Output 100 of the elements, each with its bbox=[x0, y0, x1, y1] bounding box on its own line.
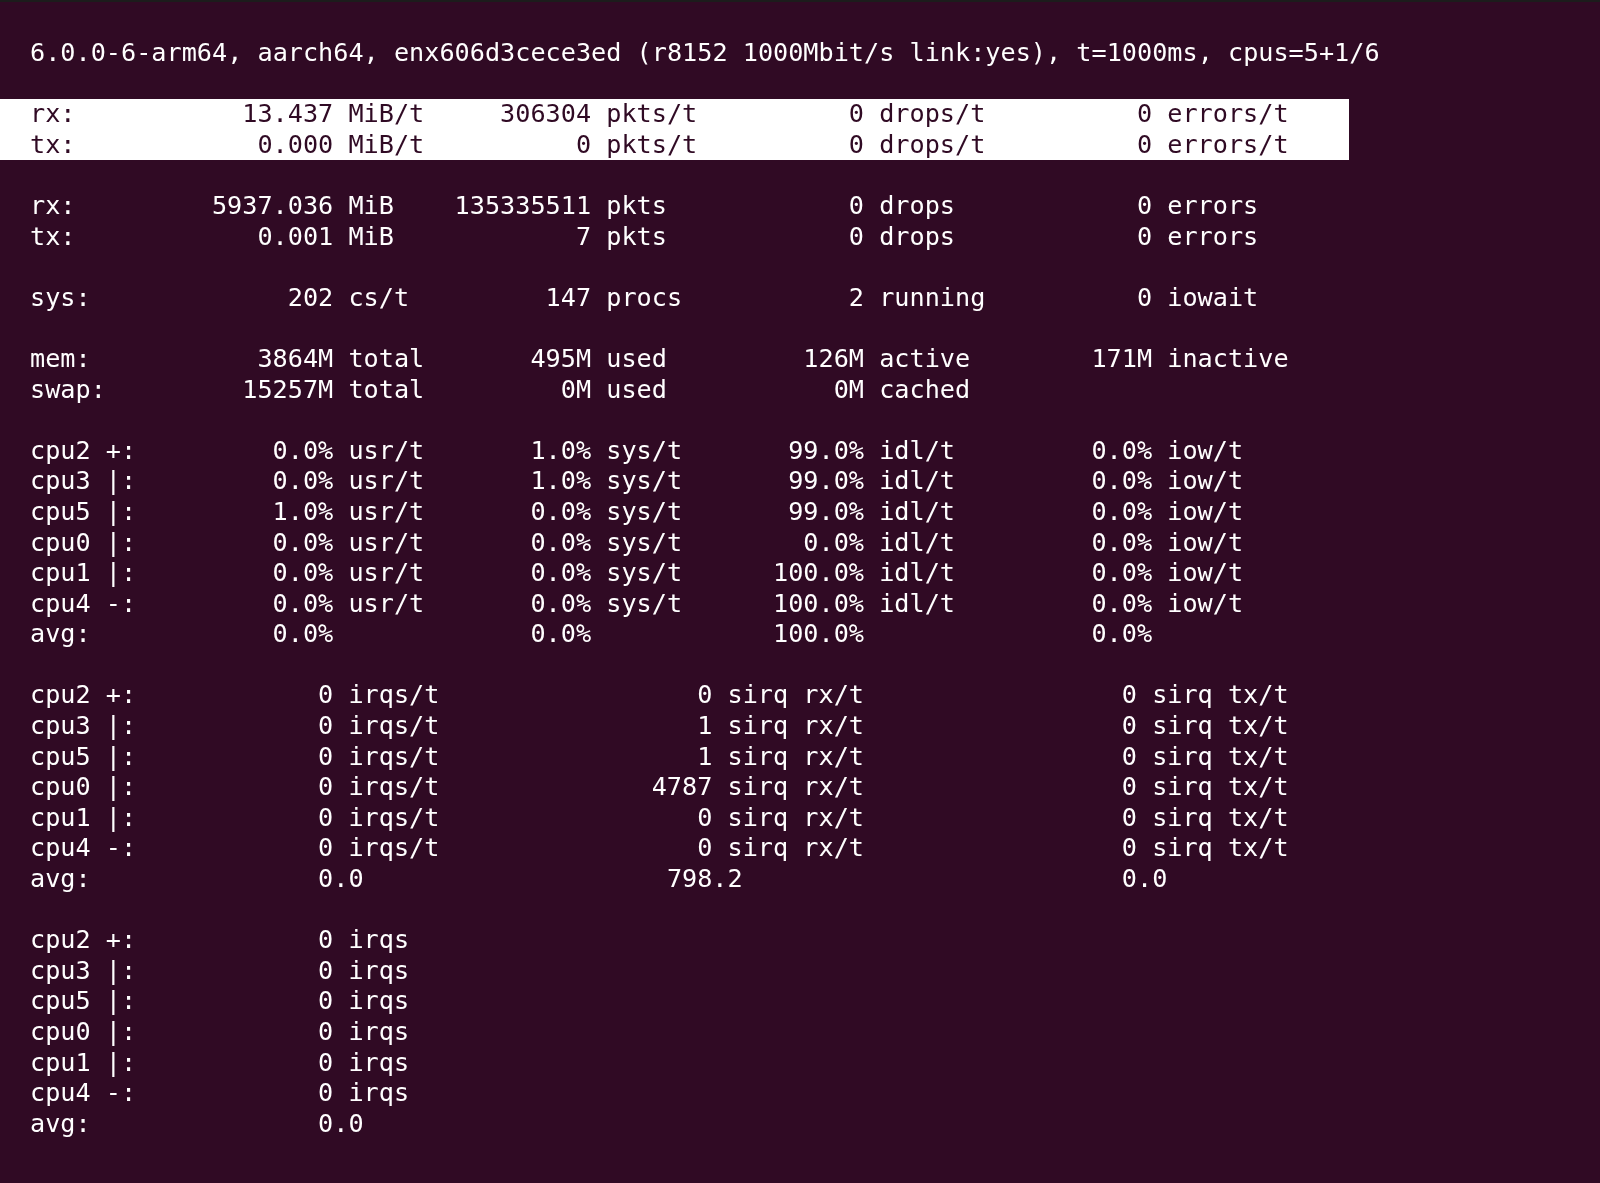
row-label: cpu4 -: bbox=[30, 1078, 137, 1109]
row-label: sys: bbox=[30, 282, 91, 314]
stat-unit: irqs bbox=[348, 1047, 410, 1079]
status-line: 6.0.0-6-arm64, aarch64, enx606d3cece3ed (r8152 1000Mbit/s link:yes), t=1000ms, cpus=5+1/6 bbox=[29, 38, 1381, 69]
stat-value: 0.0% bbox=[530, 496, 592, 528]
stat-unit: drops bbox=[879, 221, 955, 253]
stat-value: 0 bbox=[318, 772, 334, 803]
stat-unit: irqs/t bbox=[348, 833, 440, 865]
stat-value: 0.0% bbox=[530, 619, 592, 650]
stat-value: 0 bbox=[697, 802, 713, 834]
stat-value: 0 bbox=[318, 1078, 334, 1109]
stat-value: 1 bbox=[697, 741, 713, 773]
stat-value: 4787 bbox=[651, 772, 713, 803]
stat-unit: sirq tx/t bbox=[1152, 802, 1289, 834]
stat-unit: drops/t bbox=[879, 99, 986, 130]
stat-value: 0 bbox=[1136, 129, 1153, 161]
stat-unit: inactive bbox=[1167, 343, 1289, 375]
row-label: cpu2 +: bbox=[30, 435, 137, 467]
stat-unit: sirq rx/t bbox=[727, 772, 864, 803]
stat-unit: idl/t bbox=[879, 466, 955, 497]
row-label: cpu3 |: bbox=[30, 955, 137, 987]
stat-unit: idl/t bbox=[879, 435, 955, 467]
stat-unit: MiB/t bbox=[348, 129, 425, 161]
row-label: cpu1 |: bbox=[30, 802, 137, 834]
stat-value: 306304 bbox=[500, 99, 592, 130]
stat-value: 0 bbox=[318, 1017, 334, 1048]
stat-unit: MiB/t bbox=[348, 99, 425, 130]
stat-value: 0.0% bbox=[1091, 558, 1153, 589]
stat-value: 135335511 bbox=[454, 190, 592, 222]
row-label: cpu2 +: bbox=[30, 925, 137, 956]
stat-value: 0.0% bbox=[803, 527, 864, 559]
row-label: cpu5 |: bbox=[30, 496, 137, 528]
stat-value: 126M bbox=[803, 343, 864, 375]
stat-value: 0.0 bbox=[1121, 864, 1168, 895]
stat-unit: procs bbox=[606, 282, 683, 314]
stat-unit: MiB bbox=[348, 221, 394, 253]
stat-unit: errors/t bbox=[1167, 99, 1289, 130]
stat-unit: pkts/t bbox=[606, 99, 698, 130]
stat-unit: running bbox=[879, 282, 986, 314]
stat-value: 0 bbox=[848, 129, 864, 161]
stat-value: 15257M bbox=[242, 374, 334, 406]
stat-value: 13.437 bbox=[242, 99, 334, 130]
stat-value: 0 bbox=[1136, 190, 1153, 222]
stat-unit: idl/t bbox=[879, 558, 955, 589]
stat-value: 1.0% bbox=[530, 435, 592, 467]
stat-unit: sys/t bbox=[606, 527, 683, 559]
stat-unit: irqs bbox=[348, 925, 410, 956]
stat-unit: pkts/t bbox=[606, 129, 698, 161]
stat-value: 0 bbox=[1136, 99, 1153, 130]
row-label: cpu5 |: bbox=[30, 741, 137, 773]
stat-unit: irqs/t bbox=[348, 741, 440, 773]
stat-unit: usr/t bbox=[348, 558, 425, 589]
stat-value: 1.0% bbox=[530, 466, 592, 497]
row-label: avg: bbox=[30, 619, 91, 650]
row-label: cpu0 |: bbox=[30, 772, 137, 803]
stat-value: 0 bbox=[1121, 833, 1137, 865]
stat-value: 0 bbox=[1121, 741, 1137, 773]
stat-unit: usr/t bbox=[348, 435, 425, 467]
stat-unit: iow/t bbox=[1167, 435, 1244, 467]
stat-unit: irqs bbox=[348, 986, 410, 1017]
stat-value: 0.0% bbox=[1091, 619, 1153, 650]
stat-value: 2 bbox=[848, 282, 864, 314]
stat-unit: sys/t bbox=[606, 588, 683, 620]
stat-unit: idl/t bbox=[879, 496, 955, 528]
stat-value: 0.0% bbox=[530, 527, 592, 559]
stat-unit: sirq rx/t bbox=[727, 741, 864, 773]
stat-unit: iow/t bbox=[1167, 588, 1244, 620]
row-label: cpu5 |: bbox=[30, 986, 137, 1017]
stat-unit: usr/t bbox=[348, 588, 425, 620]
stat-unit: sirq tx/t bbox=[1152, 680, 1289, 712]
row-label: cpu1 |: bbox=[30, 558, 137, 589]
stat-value: 0.001 bbox=[257, 221, 334, 253]
stat-unit: sirq rx/t bbox=[727, 711, 864, 742]
stat-value: 100.0% bbox=[773, 619, 864, 650]
stat-unit: irqs bbox=[348, 1078, 410, 1109]
stat-unit: sys/t bbox=[606, 496, 683, 528]
row-label: cpu0 |: bbox=[30, 527, 137, 559]
stat-value: 0M bbox=[560, 374, 592, 406]
stat-unit: irqs/t bbox=[348, 772, 440, 803]
row-label: cpu3 |: bbox=[30, 466, 137, 497]
stat-unit: total bbox=[348, 374, 425, 406]
stat-value: 0 bbox=[1121, 802, 1137, 834]
stat-unit: idl/t bbox=[879, 588, 955, 620]
stat-value: 0.0% bbox=[530, 588, 592, 620]
stat-unit: used bbox=[606, 374, 667, 406]
stat-value: 0 bbox=[318, 741, 334, 773]
stat-unit: iow/t bbox=[1167, 527, 1244, 559]
stat-value: 495M bbox=[530, 343, 592, 375]
stat-value: 100.0% bbox=[773, 558, 864, 589]
stat-value: 3864M bbox=[257, 343, 334, 375]
stat-unit: errors/t bbox=[1167, 129, 1289, 161]
stat-value: 0M bbox=[833, 374, 864, 406]
stat-value: 0 bbox=[848, 221, 864, 253]
stat-unit: cached bbox=[879, 374, 971, 406]
stat-value: 7 bbox=[575, 221, 592, 253]
row-label: cpu2 +: bbox=[30, 680, 137, 712]
stat-unit: sys/t bbox=[606, 466, 683, 497]
stat-value: 100.0% bbox=[773, 588, 864, 620]
stat-value: 0.0% bbox=[272, 558, 334, 589]
stat-unit: irqs bbox=[348, 955, 410, 987]
